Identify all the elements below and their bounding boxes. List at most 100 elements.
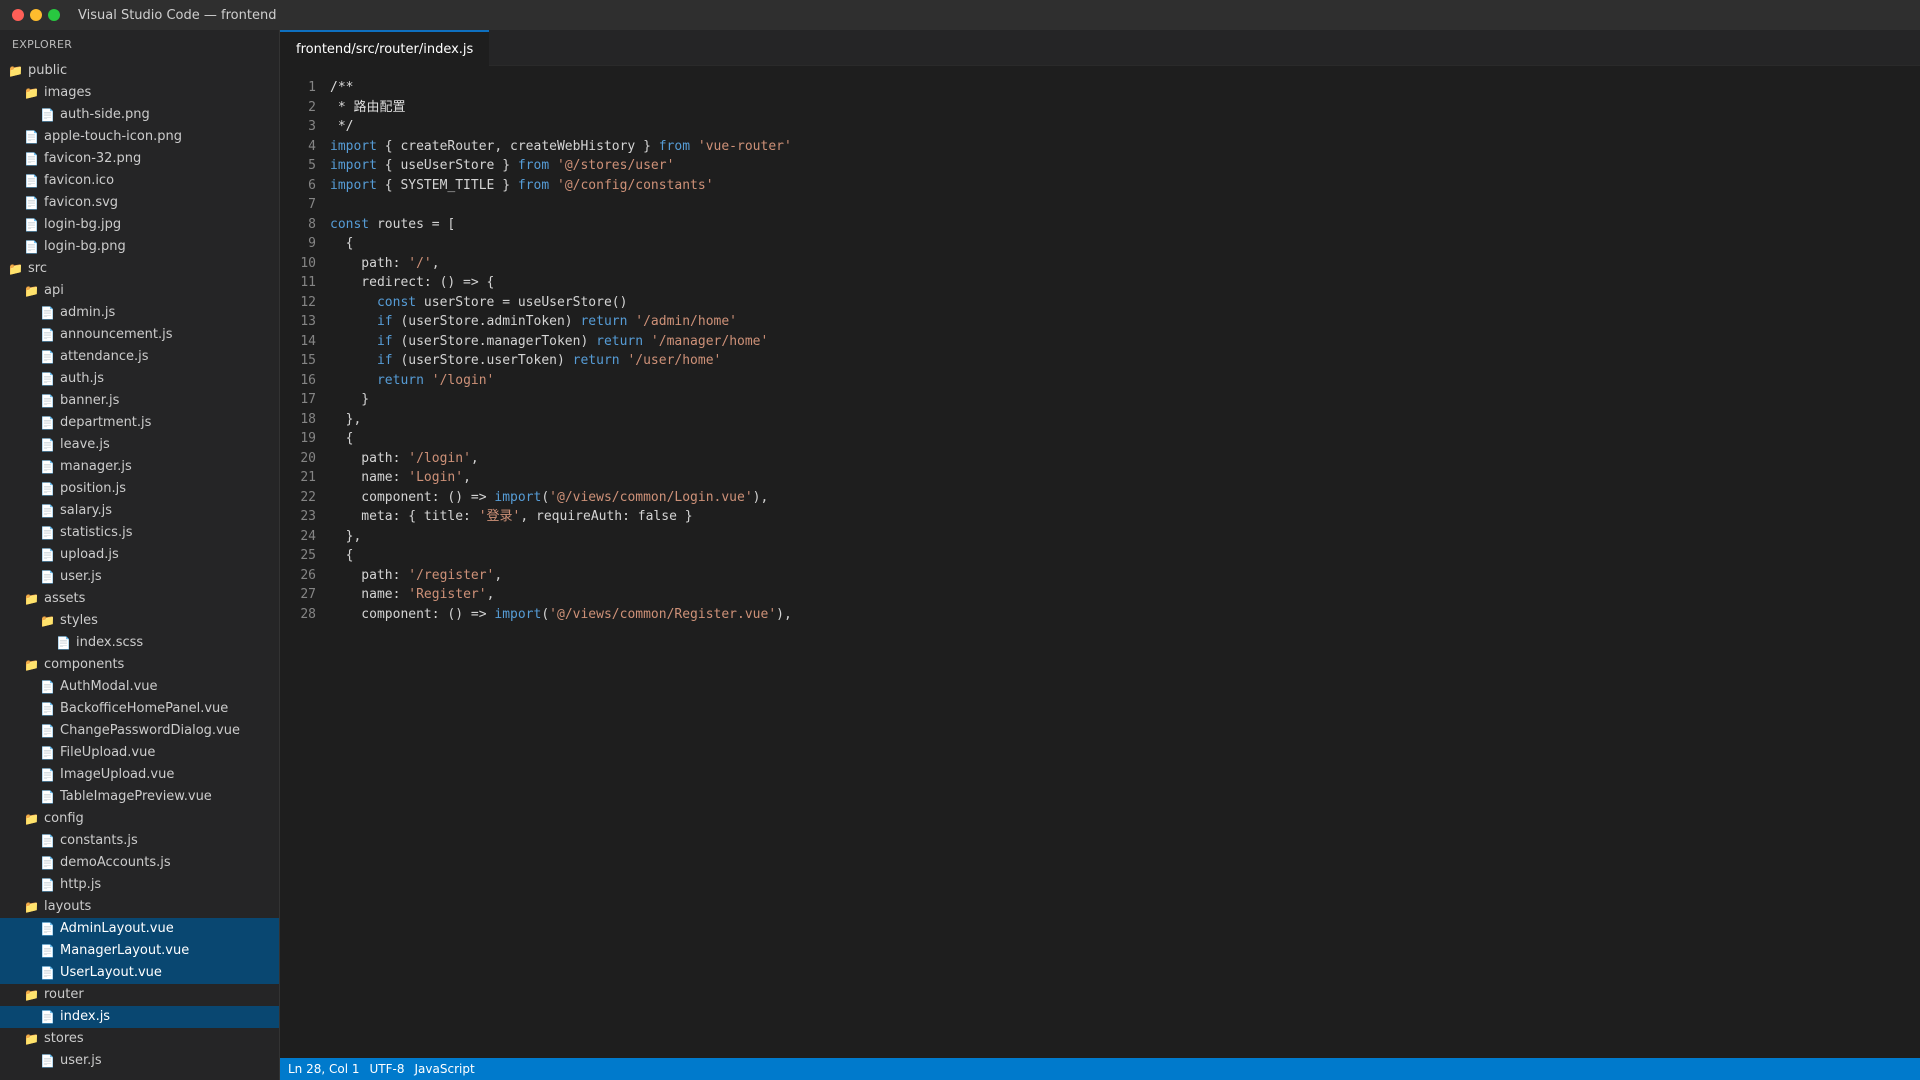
file-encoding[interactable]: UTF-8 (370, 1062, 405, 1076)
code-line[interactable]: 4 import { createRouter, createWebHistory… (280, 137, 792, 157)
code-line[interactable]: 26 path: '/register', (280, 566, 792, 586)
tree-file[interactable]: 📄 favicon.svg (0, 192, 279, 214)
code-line[interactable]: 14 if (userStore.managerToken) return '/… (280, 332, 792, 352)
file-icon: 📄 (40, 680, 55, 694)
tree-file[interactable]: 📄 auth-side.png (0, 104, 279, 126)
tree-file[interactable]: 📄 salary.js (0, 500, 279, 522)
tree-folder[interactable]: 📁 router (0, 984, 279, 1006)
tree-file[interactable]: 📄 login-bg.png (0, 236, 279, 258)
tree-folder[interactable]: 📁 layouts (0, 896, 279, 918)
tree-file[interactable]: 📄 leave.js (0, 434, 279, 456)
tree-file[interactable]: 📄 ChangePasswordDialog.vue (0, 720, 279, 742)
tree-file[interactable]: 📄 UserLayout.vue (0, 962, 279, 984)
tab-router-index[interactable]: frontend/src/router/index.js (280, 30, 490, 67)
code-line[interactable]: 21 name: 'Login', (280, 468, 792, 488)
code-token: component: () => (330, 606, 495, 622)
tree-file[interactable]: 📄 TableImagePreview.vue (0, 786, 279, 808)
code-line[interactable]: 3 */ (280, 117, 792, 137)
tree-item-label: UserLayout.vue (60, 965, 162, 980)
tree-file[interactable]: 📄 ImageUpload.vue (0, 764, 279, 786)
code-line[interactable]: 2 * 路由配置 (280, 98, 792, 118)
tree-file[interactable]: 📄 upload.js (0, 544, 279, 566)
folder-icon: 📁 (24, 658, 39, 672)
language-mode[interactable]: JavaScript (415, 1062, 475, 1076)
tree-folder[interactable]: 📁 src (0, 258, 279, 280)
code-line[interactable]: 12 const userStore = useUserStore() (280, 293, 792, 313)
tree-file[interactable]: 📄 ManagerLayout.vue (0, 940, 279, 962)
tree-folder[interactable]: 📁 config (0, 808, 279, 830)
tree-file[interactable]: 📄 index.js (0, 1006, 279, 1028)
tree-file[interactable]: 📄 admin.js (0, 302, 279, 324)
minimize-window-button[interactable] (30, 9, 42, 21)
tree-file[interactable]: 📄 favicon-32.png (0, 148, 279, 170)
tree-folder[interactable]: 📁 styles (0, 610, 279, 632)
tree-folder[interactable]: 📁 public (0, 60, 279, 82)
tree-file[interactable]: 📄 user.js (0, 566, 279, 588)
tree-file[interactable]: 📄 favicon.ico (0, 170, 279, 192)
tree-file[interactable]: 📄 banner.js (0, 390, 279, 412)
tree-file[interactable]: 📄 BackofficeHomePanel.vue (0, 698, 279, 720)
code-lines[interactable]: 1 /** 2 * 路由配置 3 */4 import { createRouter, … (280, 78, 792, 625)
code-line[interactable]: 28 component: () => import('@/views/comm… (280, 605, 791, 625)
line-number: 15 (300, 353, 316, 368)
file-icon: 📄 (24, 174, 39, 188)
code-line[interactable]: 23 meta: { title: '登录', requireAuth: fal… (280, 507, 792, 527)
code-line[interactable]: 11 redirect: () => { (280, 273, 792, 293)
code-token: if (376, 314, 393, 329)
code-line[interactable]: 16 return '/login' (280, 371, 792, 391)
code-line[interactable]: 9 { (280, 234, 792, 254)
tree-file[interactable]: 📄 position.js (0, 478, 279, 500)
code-line[interactable]: 25 { (280, 546, 792, 566)
tree-file[interactable]: 📄 login-bg.jpg (0, 214, 279, 236)
tree-item-label: login-bg.jpg (44, 217, 122, 232)
code-line[interactable]: 20 path: '/login', (280, 449, 792, 469)
code-token: /** (330, 80, 354, 95)
tree-file[interactable]: 📄 user.js (0, 1050, 279, 1072)
code-line[interactable]: 22 component: () => import('@/views/comm… (280, 488, 792, 508)
file-icon: 📄 (40, 746, 55, 760)
tree-item-label: department.js (60, 415, 152, 430)
tree-file[interactable]: 📄 AdminLayout.vue (0, 918, 279, 940)
code-line[interactable]: 17 } (280, 390, 792, 410)
tree-file[interactable]: 📄 AuthModal.vue (0, 676, 279, 698)
code-line[interactable]: 19 { (280, 429, 792, 449)
code-line[interactable]: 1 /** (280, 78, 792, 98)
tree-folder[interactable]: 📁 stores (0, 1028, 279, 1050)
tree-folder[interactable]: 📁 api (0, 280, 279, 302)
tree-file[interactable]: 📄 http.js (0, 874, 279, 896)
line-number: 19 (300, 431, 316, 446)
code-line[interactable]: 6 import { SYSTEM_TITLE } from '@/config/… (280, 176, 792, 196)
tree-file[interactable]: 📄 constants.js (0, 830, 279, 852)
code-line[interactable]: 13 if (userStore.adminToken) return '/ad… (280, 312, 792, 332)
code-editor[interactable]: 1 /** 2 * 路由配置 3 */4 import { createRouter, … (280, 66, 1920, 1058)
tree-file[interactable]: 📄 announcement.js (0, 324, 279, 346)
tree-file[interactable]: 📄 FileUpload.vue (0, 742, 279, 764)
code-line[interactable]: 18 }, (280, 410, 792, 430)
code-token: }, (330, 528, 362, 544)
tree-file[interactable]: 📄 auth.js (0, 368, 279, 390)
tree-file[interactable]: 📄 manager.js (0, 456, 279, 478)
code-line[interactable]: 7 (280, 195, 792, 215)
tree-folder[interactable]: 📁 images (0, 82, 279, 104)
tree-file[interactable]: 📄 attendance.js (0, 346, 279, 368)
code-line[interactable]: 24 }, (280, 527, 792, 547)
code-line[interactable]: 5 import { useUserStore } from '@/stores/… (280, 156, 792, 176)
cursor-position[interactable]: Ln 28, Col 1 (288, 1062, 360, 1076)
tree-file[interactable]: 📄 apple-touch-icon.png (0, 126, 279, 148)
code-line[interactable]: 8 const routes = [ (280, 215, 792, 235)
tree-folder[interactable]: 📁 components (0, 654, 279, 676)
code-token: ), (752, 489, 769, 505)
code-line[interactable]: 10 path: '/', (280, 254, 792, 274)
code-token: if (376, 353, 393, 368)
tree-file[interactable]: 📄 demoAccounts.js (0, 852, 279, 874)
line-number: 1 (308, 80, 316, 95)
code-line[interactable]: 27 name: 'Register', (280, 585, 792, 605)
code-line[interactable]: 15 if (userStore.userToken) return '/use… (280, 351, 792, 371)
close-window-button[interactable] (12, 9, 24, 21)
tree-file[interactable]: 📄 department.js (0, 412, 279, 434)
code-token: 'Register' (408, 587, 487, 602)
tree-file[interactable]: 📄 index.scss (0, 632, 279, 654)
tree-folder[interactable]: 📁 assets (0, 588, 279, 610)
tree-file[interactable]: 📄 statistics.js (0, 522, 279, 544)
maximize-window-button[interactable] (48, 9, 60, 21)
